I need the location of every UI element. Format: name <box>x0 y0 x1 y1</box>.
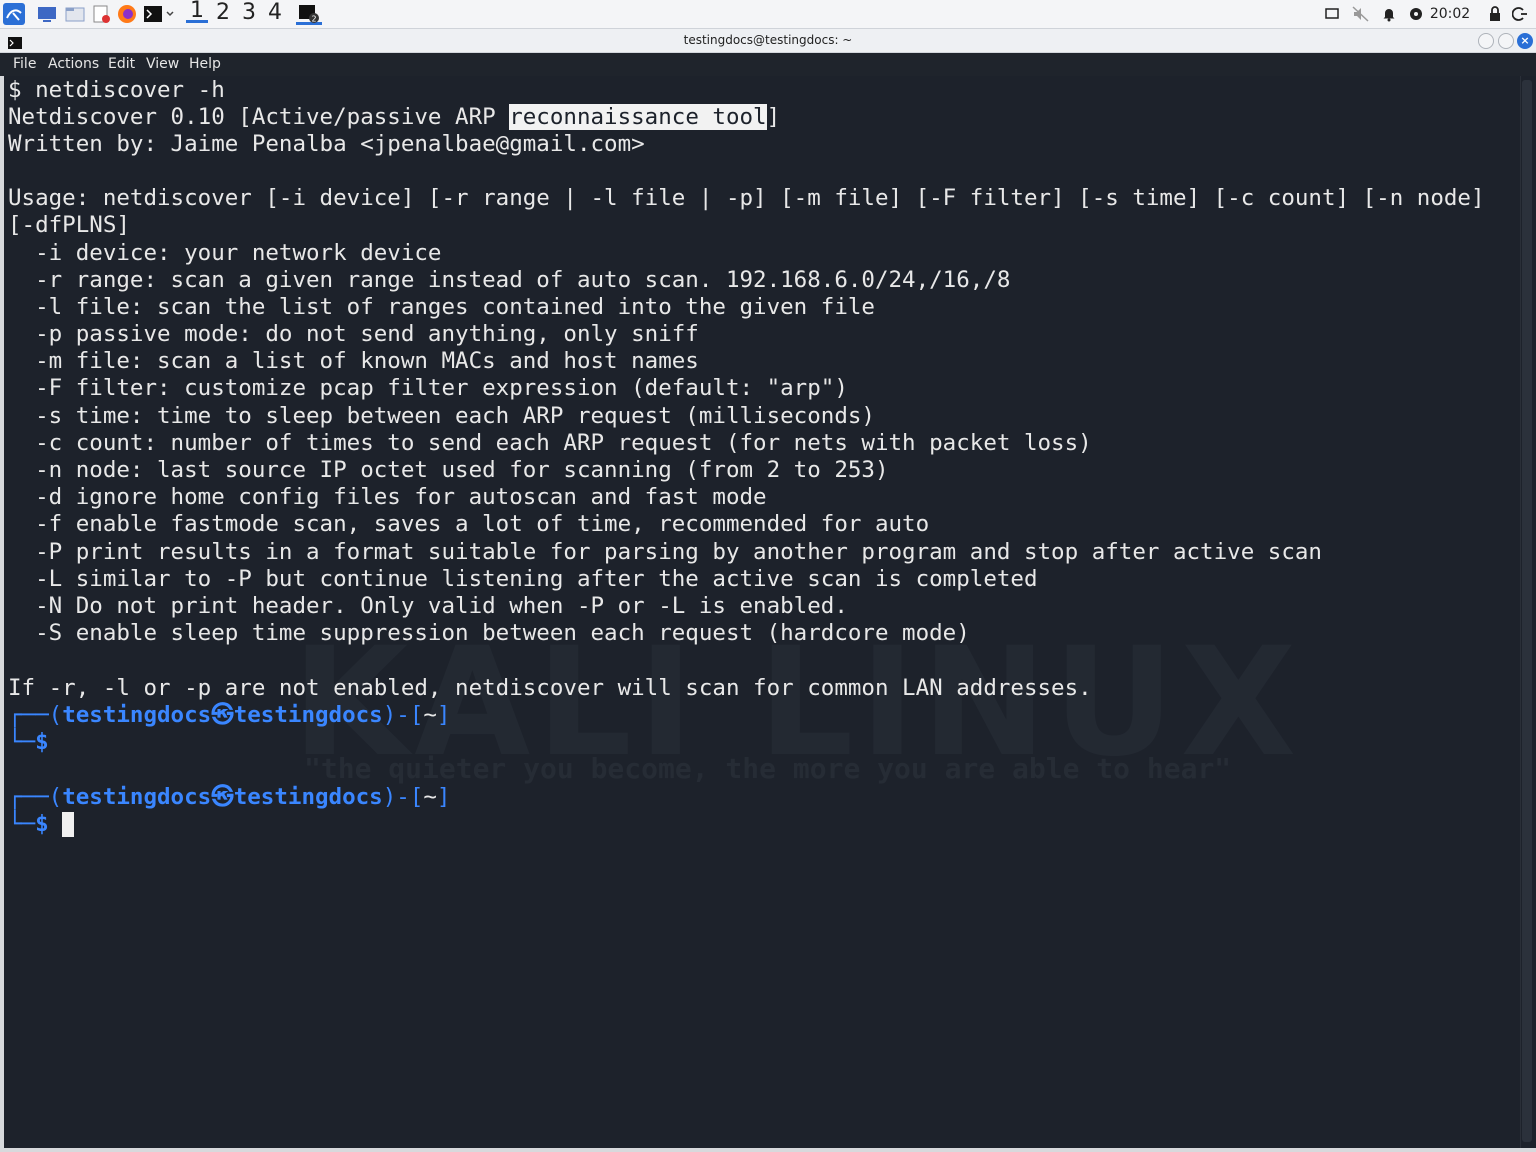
prompt-user: testingdocs <box>62 702 212 728</box>
terminal-line: -s time: time to sleep between each ARP … <box>8 403 875 429</box>
workspace-3[interactable]: 3 <box>238 0 260 25</box>
terminal-line: -l file: scan the list of ranges contain… <box>8 294 875 320</box>
prompt-line: ┌──(testingdocs㉿testingdocs)-[~] <box>8 702 451 728</box>
text-cursor[interactable] <box>62 812 75 837</box>
terminal-line: -i device: your network device <box>8 240 442 266</box>
menu-actions[interactable]: Actions <box>48 56 99 72</box>
terminal-launcher-icon[interactable] <box>142 3 178 25</box>
notification-bell-icon[interactable] <box>1380 3 1398 25</box>
prompt-separator: ㉿ <box>211 784 234 810</box>
terminal-line: -m file: scan a list of known MACs and h… <box>8 348 699 374</box>
firefox-icon[interactable] <box>116 3 138 25</box>
window-count-badge: 2 <box>312 14 317 23</box>
workspace-1[interactable]: 1 <box>186 0 208 23</box>
minimize-button[interactable] <box>1478 33 1494 49</box>
workspace-2[interactable]: 2 <box>212 0 234 25</box>
text-selection[interactable]: reconnaissance tool <box>509 104 767 130</box>
window-border <box>0 1148 1536 1152</box>
window-title: testingdocs@testingdocs: ~ <box>683 33 853 47</box>
clock[interactable]: 20:02 <box>1428 3 1472 25</box>
prompt-dollar: $ <box>35 811 49 837</box>
top-panel: 1 2 3 4 2 20:02 <box>0 0 1536 29</box>
terminal-line: -f enable fastmode scan, saves a lot of … <box>8 511 930 537</box>
terminal-line: -N Do not print header. Only valid when … <box>8 593 848 619</box>
terminal-line: Usage: netdiscover [-i device] [-r range… <box>8 185 1485 211</box>
prompt-separator: ㉿ <box>211 702 234 728</box>
terminal-line: -d ignore home config files for autoscan… <box>8 484 767 510</box>
terminal-line: [-dfPLNS] <box>8 212 130 238</box>
prompt-dir: ~ <box>423 702 437 728</box>
terminal-line: Written by: Jaime Penalba <jpenalbae@gma… <box>8 131 645 157</box>
terminal-line: -F filter: customize pcap filter express… <box>8 375 848 401</box>
file-manager-icon[interactable] <box>64 3 86 25</box>
prompt-line: ┌──(testingdocs㉿testingdocs)-[~] <box>8 784 451 810</box>
maximize-button[interactable] <box>1498 33 1514 49</box>
display-icon[interactable] <box>1322 3 1342 25</box>
terminal-line: If -r, -l or -p are not enabled, netdisc… <box>8 675 1092 701</box>
lock-screen-icon[interactable] <box>1486 3 1504 25</box>
menu-file[interactable]: File <box>13 56 36 72</box>
terminal-line: $ netdiscover -h <box>8 77 225 103</box>
menu-view[interactable]: View <box>146 56 179 72</box>
scrollbar-thumb[interactable] <box>1522 80 1532 1142</box>
menu-edit[interactable]: Edit <box>108 56 135 72</box>
close-button[interactable]: × <box>1517 33 1533 49</box>
workspace-4[interactable]: 4 <box>264 0 286 25</box>
terminal-line: -c count: number of times to send each A… <box>8 430 1092 456</box>
terminal-area[interactable]: KALI LINUX "the quieter you become, the … <box>0 76 1520 1148</box>
menu-help[interactable]: Help <box>189 56 221 72</box>
kali-menu-icon[interactable] <box>2 3 26 25</box>
prompt-line: └─$ <box>8 729 49 755</box>
prompt-dollar: $ <box>35 729 49 755</box>
prompt-line: └─$ <box>8 811 75 838</box>
terminal-line: -P print results in a format suitable fo… <box>8 539 1322 565</box>
prompt-host: testingdocs <box>233 784 383 810</box>
terminal-line: Netdiscover 0.10 [Active/passive ARP rec… <box>8 104 780 131</box>
line-text: ] <box>766 104 781 130</box>
terminal-line: -p passive mode: do not send anything, o… <box>8 321 699 347</box>
desktop-icon[interactable] <box>36 3 58 25</box>
menu-bar: File Actions Edit View Help <box>0 53 1536 76</box>
text-editor-icon[interactable] <box>90 3 112 25</box>
window-titlebar[interactable]: testingdocs@testingdocs: ~ × <box>0 29 1536 53</box>
mute-icon[interactable] <box>1350 3 1372 25</box>
taskbar-terminal-window[interactable]: 2 <box>296 3 322 25</box>
kali-watermark-tagline: "the quieter you become, the more you ar… <box>304 752 1232 785</box>
logout-icon[interactable] <box>1510 3 1530 25</box>
terminal-line: -n node: last source IP octet used for s… <box>8 457 889 483</box>
prompt-host: testingdocs <box>233 702 383 728</box>
terminal-line: -S enable sleep time suppression between… <box>8 620 970 646</box>
terminal-line: -r range: scan a given range instead of … <box>8 267 1011 293</box>
terminal-line: -L similar to -P but continue listening … <box>8 566 1038 592</box>
line-text: Netdiscover 0.10 [Active/passive ARP <box>8 104 510 130</box>
prompt-dir: ~ <box>423 784 437 810</box>
prompt-user: testingdocs <box>62 784 212 810</box>
power-status-icon[interactable] <box>1408 3 1424 25</box>
